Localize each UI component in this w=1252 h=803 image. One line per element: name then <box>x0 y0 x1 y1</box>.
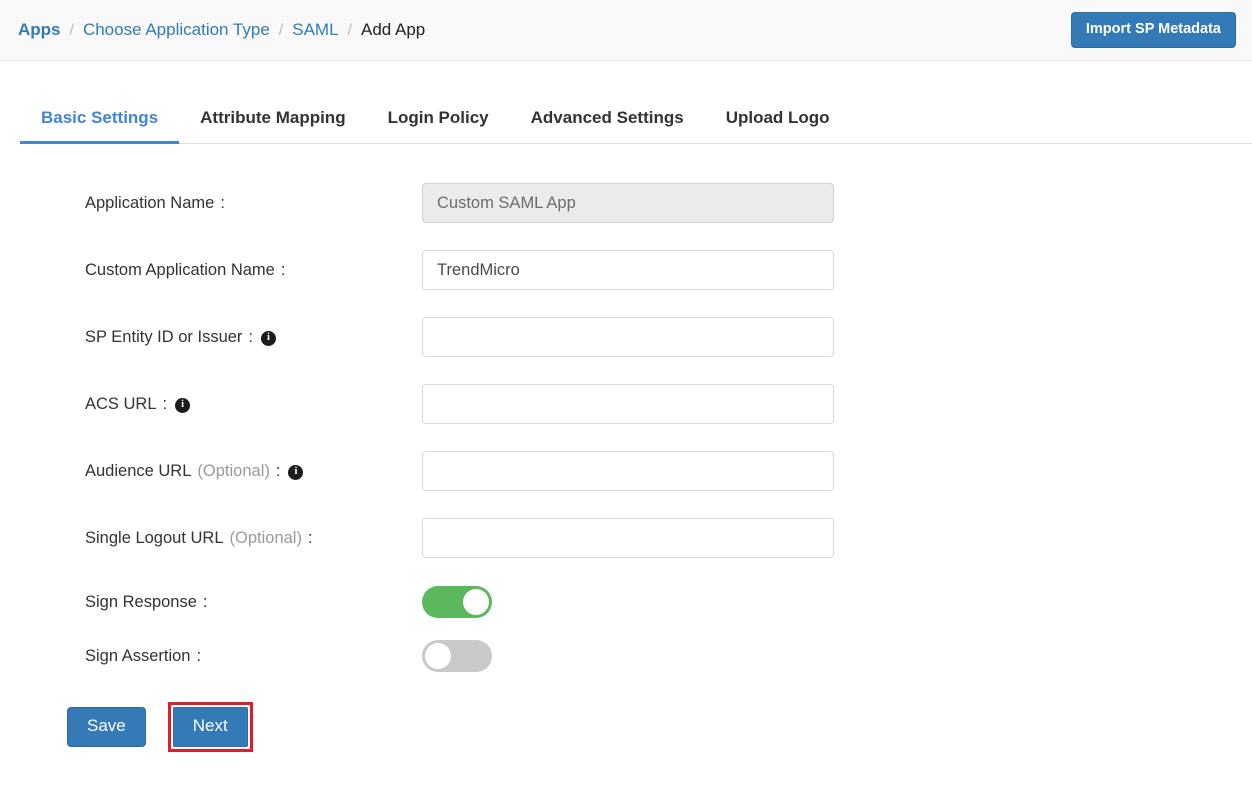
sp-entity-id-input[interactable] <box>422 317 834 358</box>
breadcrumb-item-saml[interactable]: SAML <box>292 21 338 38</box>
label-acs-url: ACS URL : i <box>0 395 422 414</box>
label-text: Sign Response <box>85 592 197 611</box>
toggle-knob <box>463 589 489 616</box>
info-icon-glyph: i <box>267 331 270 343</box>
label-application-name: Application Name : <box>0 194 422 213</box>
label-colon: : <box>196 646 202 665</box>
single-logout-url-input[interactable] <box>422 518 834 559</box>
acs-url-input[interactable] <box>422 384 834 425</box>
label-single-logout-url: Single Logout URL (Optional) : <box>0 529 422 548</box>
label-colon: : <box>202 592 208 611</box>
application-name-input <box>422 183 834 224</box>
form-row-acs-url: ACS URL : i <box>0 384 1252 425</box>
info-icon[interactable]: i <box>288 464 304 480</box>
next-button[interactable]: Next <box>172 707 248 748</box>
next-button-highlight: Next <box>167 702 253 753</box>
tab-basic-settings[interactable]: Basic Settings <box>20 98 180 145</box>
tab-advanced-settings[interactable]: Advanced Settings <box>510 98 705 144</box>
tab-upload-logo[interactable]: Upload Logo <box>705 98 851 144</box>
tab-list: Basic Settings Attribute Mapping Login P… <box>20 98 1252 145</box>
form-row-single-logout-url: Single Logout URL (Optional) : <box>0 518 1252 559</box>
basic-settings-form: Application Name : Custom Application Na… <box>0 144 1252 753</box>
label-sign-assertion: Sign Assertion : <box>0 647 422 666</box>
label-colon: : <box>280 260 286 279</box>
form-actions: Save Next <box>0 702 1252 753</box>
label-sp-entity-id: SP Entity ID or Issuer : i <box>0 328 422 347</box>
label-colon: : <box>248 327 254 346</box>
info-icon[interactable]: i <box>175 397 191 413</box>
form-row-sign-assertion: Sign Assertion : <box>0 639 1252 673</box>
breadcrumb-separator: / <box>69 22 74 39</box>
label-text: Application Name <box>85 193 215 212</box>
label-audience-url: Audience URL (Optional) : i <box>0 462 422 481</box>
breadcrumb-item-choose-application-type[interactable]: Choose Application Type <box>83 21 270 38</box>
label-text: Custom Application Name <box>85 260 275 279</box>
label-sign-response: Sign Response : <box>0 593 422 612</box>
label-colon: : <box>162 394 168 413</box>
audience-url-input[interactable] <box>422 451 834 492</box>
save-button[interactable]: Save <box>67 707 146 748</box>
top-bar: Apps / Choose Application Type / SAML / … <box>0 0 1252 61</box>
label-colon: : <box>275 461 281 480</box>
breadcrumb-item-add-app: Add App <box>360 20 426 39</box>
form-row-sp-entity-id: SP Entity ID or Issuer : i <box>0 317 1252 358</box>
form-row-application-name: Application Name : <box>0 183 1252 224</box>
tab-attribute-mapping[interactable]: Attribute Mapping <box>179 98 366 144</box>
label-custom-application-name: Custom Application Name : <box>0 261 422 280</box>
label-colon: : <box>307 528 313 547</box>
label-colon: : <box>220 193 225 212</box>
info-icon[interactable]: i <box>261 330 277 346</box>
toggle-knob <box>425 643 451 670</box>
breadcrumb-separator: / <box>347 22 352 39</box>
tab-login-policy[interactable]: Login Policy <box>367 98 510 144</box>
label-text: Single Logout URL <box>85 528 224 547</box>
tabs-container: Basic Settings Attribute Mapping Login P… <box>0 98 1252 145</box>
label-text: ACS URL <box>85 394 157 413</box>
form-row-sign-response: Sign Response : <box>0 585 1252 619</box>
info-icon-glyph: i <box>181 398 185 410</box>
info-icon-glyph: i <box>294 465 298 477</box>
label-optional: (Optional) <box>229 528 302 547</box>
breadcrumb-item-apps[interactable]: Apps <box>18 21 61 38</box>
label-text: Audience URL <box>85 461 192 480</box>
sign-assertion-toggle[interactable] <box>422 640 492 673</box>
label-text: Sign Assertion <box>85 646 191 665</box>
breadcrumb-separator: / <box>278 22 284 39</box>
breadcrumb: Apps / Choose Application Type / SAML / … <box>18 21 425 39</box>
form-row-audience-url: Audience URL (Optional) : i <box>0 451 1252 492</box>
sign-response-toggle[interactable] <box>422 586 492 619</box>
custom-application-name-input[interactable] <box>422 250 834 291</box>
label-text: SP Entity ID or Issuer <box>85 327 243 346</box>
label-optional: (Optional) <box>197 461 270 480</box>
top-bar-actions: Import SP Metadata <box>1070 12 1236 48</box>
form-row-custom-application-name: Custom Application Name : <box>0 250 1252 291</box>
import-sp-metadata-button[interactable]: Import SP Metadata <box>1070 12 1236 48</box>
